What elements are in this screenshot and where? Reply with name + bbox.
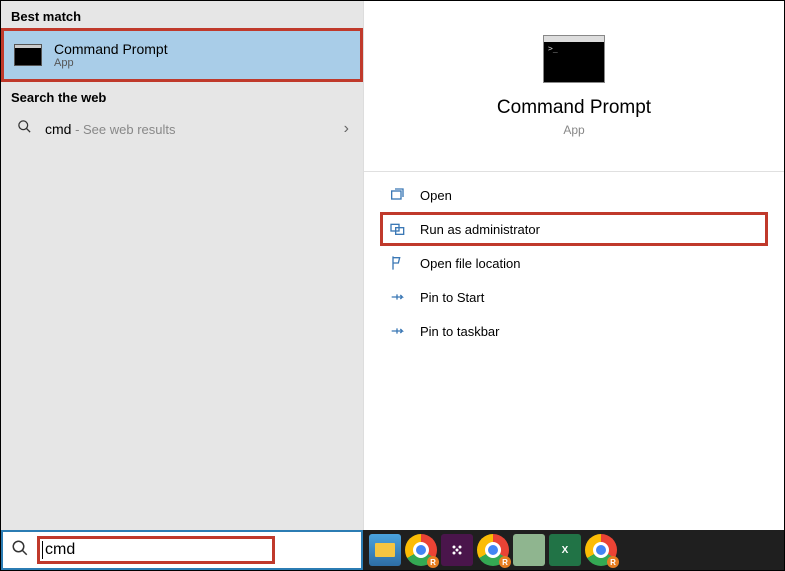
search-icon xyxy=(11,539,29,562)
action-label: Pin to Start xyxy=(420,290,484,305)
web-result-text: cmd - See web results xyxy=(45,121,176,137)
action-open[interactable]: Open xyxy=(380,178,768,212)
actions-list: Open Run as administrator Open file loca… xyxy=(364,178,784,348)
result-text: Command Prompt App xyxy=(54,41,168,69)
chrome-icon[interactable]: R xyxy=(405,534,437,566)
open-icon xyxy=(388,186,406,204)
folder-icon xyxy=(388,254,406,272)
bottom-bar: R R X R xyxy=(1,530,784,570)
text-caret xyxy=(42,541,43,559)
action-label: Open file location xyxy=(420,256,520,271)
action-label: Run as administrator xyxy=(420,222,540,237)
command-prompt-icon-large xyxy=(543,35,605,83)
excel-icon[interactable]: X xyxy=(549,534,581,566)
app-icon[interactable] xyxy=(513,534,545,566)
search-results-panel: Best match Command Prompt App Search the… xyxy=(1,1,363,531)
chevron-right-icon: › xyxy=(344,120,349,138)
best-match-header: Best match xyxy=(1,1,363,28)
detail-subtitle: App xyxy=(364,123,784,137)
divider xyxy=(364,171,784,172)
search-box[interactable] xyxy=(1,530,363,570)
detail-hero: Command Prompt App xyxy=(364,1,784,147)
chrome-icon-3[interactable]: R xyxy=(585,534,617,566)
detail-title: Command Prompt xyxy=(364,97,784,119)
action-label: Pin to taskbar xyxy=(420,324,500,339)
best-match-result[interactable]: Command Prompt App xyxy=(1,28,363,82)
result-subtitle: App xyxy=(54,57,168,69)
action-run-administrator[interactable]: Run as administrator xyxy=(380,212,768,246)
web-search-result[interactable]: cmd - See web results › xyxy=(1,109,363,148)
taskbar: R R X R xyxy=(363,530,784,570)
pin-icon xyxy=(388,288,406,306)
file-explorer-icon[interactable] xyxy=(369,534,401,566)
action-label: Open xyxy=(420,188,452,203)
pin-icon xyxy=(388,322,406,340)
command-prompt-icon xyxy=(14,44,42,66)
action-pin-taskbar[interactable]: Pin to taskbar xyxy=(380,314,768,348)
chrome-icon-2[interactable]: R xyxy=(477,534,509,566)
search-web-header: Search the web xyxy=(1,82,363,109)
slack-icon[interactable] xyxy=(441,534,473,566)
result-title: Command Prompt xyxy=(54,41,168,57)
action-open-location[interactable]: Open file location xyxy=(380,246,768,280)
search-input[interactable] xyxy=(45,541,252,559)
detail-panel: Command Prompt App Open Run as administr… xyxy=(363,1,784,531)
shield-icon xyxy=(388,220,406,238)
action-pin-start[interactable]: Pin to Start xyxy=(380,280,768,314)
search-icon xyxy=(15,119,33,138)
